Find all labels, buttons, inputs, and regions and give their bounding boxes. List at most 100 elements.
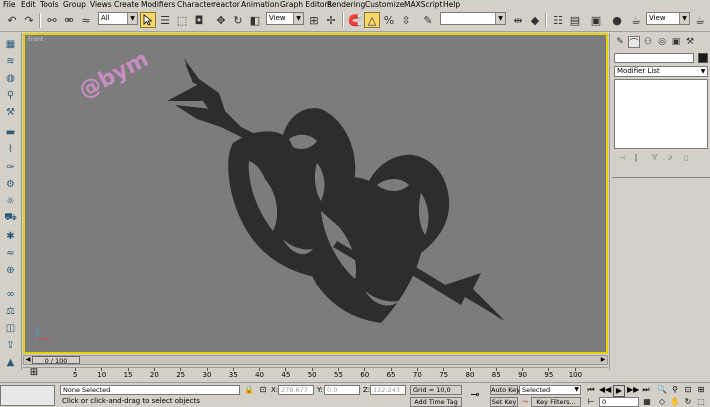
- modifier-list-dropdown[interactable]: Modifier List ▼: [614, 66, 708, 77]
- front-viewport[interactable]: Front @bym: [23, 33, 608, 354]
- menu-edit[interactable]: Edit: [21, 0, 36, 10]
- rope-collection-icon[interactable]: ⚲: [3, 88, 18, 102]
- rigid-body-collection-icon[interactable]: ▦: [3, 37, 18, 51]
- pan-icon[interactable]: ✋: [670, 397, 680, 407]
- select-and-scale-icon[interactable]: ◧: [247, 12, 263, 28]
- key-mode-dropdown[interactable]: Selected ▼: [519, 385, 581, 395]
- default-tangents-icon[interactable]: ⤳: [520, 397, 530, 407]
- plane-icon[interactable]: ▬: [3, 125, 18, 139]
- x-coordinate-field[interactable]: 279.677: [278, 385, 314, 395]
- selection-filter-dropdown[interactable]: All ▼: [98, 12, 138, 25]
- configure-sets-icon[interactable]: ▯: [684, 153, 688, 162]
- heart-arrow-shape[interactable]: [25, 35, 606, 352]
- render-type-dropdown[interactable]: View ▼: [646, 12, 690, 25]
- hinge-icon[interactable]: ∞: [3, 287, 18, 301]
- create-tab-icon[interactable]: ✎: [614, 36, 626, 48]
- maxscript-listener[interactable]: [0, 385, 55, 406]
- maximize-viewport-icon[interactable]: ⬚: [696, 397, 706, 407]
- lock-selection-icon[interactable]: 🔒: [244, 385, 254, 395]
- bind-space-warp-icon[interactable]: ≈: [78, 12, 94, 28]
- y-coordinate-field[interactable]: 0.0: [324, 385, 360, 395]
- zoom-all-icon[interactable]: ⚲: [670, 385, 680, 395]
- menu-modifiers[interactable]: Modifiers: [141, 0, 175, 10]
- edit-named-selection-icon[interactable]: ✎: [420, 12, 436, 28]
- absolute-mode-icon[interactable]: ⊡: [258, 385, 268, 395]
- time-configuration-icon[interactable]: ▦: [642, 397, 652, 407]
- arc-rotate-icon[interactable]: ↻: [683, 397, 693, 407]
- key-mode-toggle-icon[interactable]: ⊢: [586, 397, 596, 407]
- make-unique-icon[interactable]: ∀: [652, 153, 657, 162]
- hierarchy-tab-icon[interactable]: ⚇: [642, 36, 654, 48]
- time-slider[interactable]: ◀ 0 / 100 ▶: [23, 355, 608, 365]
- menu-views[interactable]: Views: [90, 0, 112, 10]
- zoom-icon[interactable]: 🔍: [657, 385, 667, 395]
- add-time-tag-button[interactable]: Add Time Tag: [410, 397, 462, 407]
- open-mini-curve-editor-icon[interactable]: ⊞: [26, 367, 42, 381]
- select-and-link-icon[interactable]: ⚯: [44, 12, 60, 28]
- deforming-mesh-icon[interactable]: ⚒: [3, 105, 18, 119]
- time-slider-next-icon[interactable]: ▶: [599, 356, 607, 364]
- select-object-icon[interactable]: [140, 12, 156, 28]
- menu-character[interactable]: Character: [177, 0, 214, 10]
- remove-modifier-icon[interactable]: ∂: [668, 153, 672, 162]
- spinner-snap-icon[interactable]: ⇳: [398, 12, 414, 28]
- point-to-point-icon[interactable]: ⚖: [3, 304, 18, 318]
- reference-coordinate-dropdown[interactable]: View ▼: [266, 12, 304, 25]
- menu-help[interactable]: Help: [443, 0, 460, 10]
- go-to-end-icon[interactable]: ⏭: [641, 385, 651, 395]
- time-slider-handle[interactable]: 0 / 100: [32, 356, 80, 365]
- create-animation-icon[interactable]: ▲: [3, 355, 18, 369]
- align-icon[interactable]: ◆: [527, 12, 543, 28]
- curve-editor-icon[interactable]: ▤: [567, 12, 583, 28]
- object-name-field[interactable]: [614, 53, 694, 63]
- menu-rendering[interactable]: Rendering: [327, 0, 365, 10]
- menu-create[interactable]: Create: [114, 0, 139, 10]
- select-by-name-icon[interactable]: ☰: [157, 12, 173, 28]
- menu-animation[interactable]: Animation: [241, 0, 279, 10]
- soft-body-collection-icon[interactable]: ◍: [3, 71, 18, 85]
- redo-icon[interactable]: ↷: [21, 12, 37, 28]
- menu-reactor[interactable]: reactor: [213, 0, 240, 10]
- modify-tab-icon[interactable]: ⌒: [628, 36, 640, 49]
- snaps-toggle-icon[interactable]: 🧲: [347, 12, 363, 28]
- mirror-icon[interactable]: ⇹: [510, 12, 526, 28]
- auto-key-button[interactable]: Auto Key: [490, 385, 520, 395]
- display-tab-icon[interactable]: ▣: [670, 36, 682, 48]
- percent-snap-icon[interactable]: %: [381, 12, 397, 28]
- current-frame-field[interactable]: 0: [599, 397, 639, 407]
- field-of-view-icon[interactable]: ◇: [657, 397, 667, 407]
- motion-tab-icon[interactable]: ◎: [656, 36, 668, 48]
- rectangular-selection-icon[interactable]: ⬚: [174, 12, 190, 28]
- pivot-center-icon[interactable]: ⊞: [306, 12, 322, 28]
- select-and-move-icon[interactable]: ✥: [213, 12, 229, 28]
- zoom-extents-all-icon[interactable]: ⊞: [696, 385, 706, 395]
- material-editor-icon[interactable]: ●: [609, 12, 625, 28]
- key-filters-button[interactable]: Key Filters...: [531, 397, 581, 407]
- preview-animation-icon[interactable]: ⇪: [3, 338, 18, 352]
- next-frame-icon[interactable]: ▶▶: [627, 385, 639, 395]
- menu-tools[interactable]: Tools: [40, 0, 58, 10]
- menu-graph-editors[interactable]: Graph Editors: [280, 0, 332, 10]
- time-slider-prev-icon[interactable]: ◀: [24, 356, 32, 364]
- undo-icon[interactable]: ↶: [4, 12, 20, 28]
- track-bar[interactable]: 5 10 15 20 25 30 35 40 45 50 55 60 65 70 75 80 85 90 95 100: [23, 367, 608, 381]
- menu-maxscript[interactable]: MAXScript: [404, 0, 443, 10]
- select-and-manipulate-icon[interactable]: ✢: [323, 12, 339, 28]
- modifier-stack[interactable]: [614, 79, 708, 149]
- quick-render-icon[interactable]: ☕: [692, 12, 708, 28]
- water-icon[interactable]: ≈: [3, 246, 18, 260]
- go-to-start-icon[interactable]: ⏮: [586, 385, 596, 395]
- constraint-solver-icon[interactable]: ⊕: [3, 263, 18, 277]
- named-selection-sets-dropdown[interactable]: ▼: [440, 12, 506, 25]
- zoom-extents-icon[interactable]: ⊡: [683, 385, 693, 395]
- show-end-result-icon[interactable]: ‖: [634, 153, 638, 162]
- key-icon[interactable]: ⊸: [470, 389, 480, 400]
- cloth-collection-icon[interactable]: ≋: [3, 54, 18, 68]
- motor-icon[interactable]: ⚙: [3, 177, 18, 191]
- dashpot-icon[interactable]: ✑: [3, 160, 18, 174]
- set-key-button[interactable]: Set Key: [490, 397, 518, 407]
- wind-icon[interactable]: ☼: [3, 194, 18, 208]
- unlink-icon[interactable]: ⚮: [61, 12, 77, 28]
- layer-manager-icon[interactable]: ☷: [550, 12, 566, 28]
- utilities-tab-icon[interactable]: ⚒: [684, 36, 696, 48]
